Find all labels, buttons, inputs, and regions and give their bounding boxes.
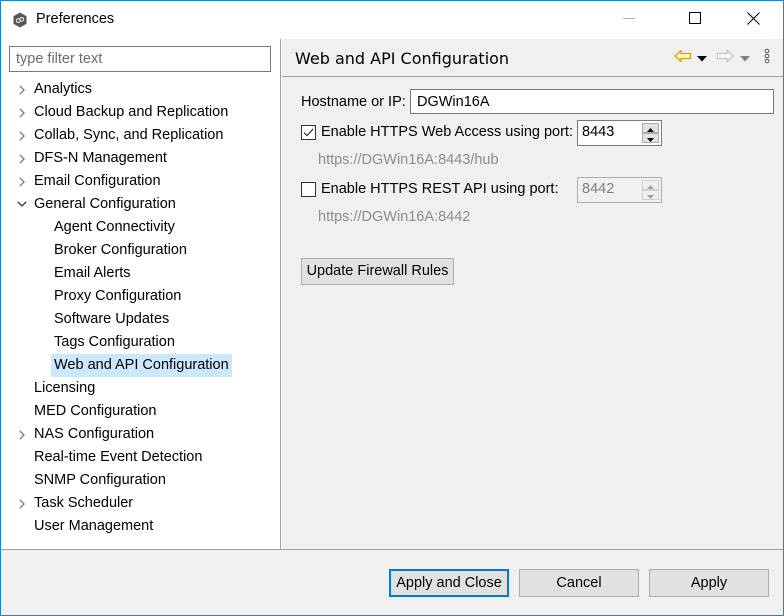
tree-item-label: Broker Configuration — [54, 242, 187, 258]
https-rest-port-spinner: 8442 — [577, 177, 662, 203]
tree-item[interactable]: General Configuration — [1, 193, 280, 216]
chevron-down-icon[interactable] — [15, 193, 29, 216]
tree-item-label: Email Alerts — [54, 265, 131, 281]
checkmark-icon — [303, 125, 314, 141]
forward-button[interactable] — [716, 49, 734, 67]
tree-item[interactable]: Software Updates — [1, 308, 280, 331]
tree-item[interactable]: Tags Configuration — [1, 331, 280, 354]
tree-item-label: Analytics — [34, 81, 93, 97]
tree-item[interactable]: DFS-N Management — [1, 147, 280, 170]
https-web-url: https://DGWin16A:8443/hub — [318, 152, 499, 168]
chevron-right-icon[interactable] — [15, 170, 29, 193]
tree-item[interactable]: Collab, Sync, and Replication — [1, 124, 280, 147]
more-vertical-icon — [764, 48, 770, 68]
tree-item-label: MED Configuration — [34, 403, 157, 419]
tree-item[interactable]: NAS Configuration — [1, 423, 280, 446]
window-title: Preferences — [36, 11, 115, 27]
tree-item-label: Cloud Backup and Replication — [34, 104, 229, 120]
preference-page: Web and API Configuration Hostname or IP… — [282, 39, 783, 549]
cancel-button[interactable]: Cancel — [519, 569, 639, 597]
https-rest-label: Enable HTTPS REST API using port: — [321, 181, 559, 197]
tree-item[interactable]: Analytics — [1, 78, 280, 101]
chevron-right-icon[interactable] — [15, 78, 29, 101]
spin-down-icon — [647, 187, 654, 203]
chevron-right-icon[interactable] — [15, 101, 29, 124]
https-rest-checkbox[interactable] — [301, 182, 316, 197]
chevron-right-icon[interactable] — [15, 492, 29, 515]
https-rest-port-value: 8442 — [582, 181, 615, 197]
chevron-right-icon[interactable] — [15, 147, 29, 170]
tree-item[interactable]: Broker Configuration — [1, 239, 280, 262]
title-bar: Preferences — [1, 1, 783, 39]
tree-item[interactable]: Web and API Configuration — [1, 354, 280, 377]
back-button[interactable] — [674, 49, 692, 67]
spin-down-icon — [647, 130, 654, 146]
page-header: Web and API Configuration — [282, 39, 783, 77]
tree-item[interactable]: Task Scheduler — [1, 492, 280, 515]
close-icon — [746, 11, 760, 29]
preferences-window: Preferences Analytics Cloud Backup and Re… — [0, 0, 784, 616]
port-decrement-button[interactable] — [642, 133, 659, 143]
tree-item-label: Email Configuration — [34, 173, 161, 189]
tree-item-label: Agent Connectivity — [54, 219, 175, 235]
tree-item[interactable]: Licensing — [1, 377, 280, 400]
https-web-checkbox[interactable] — [301, 125, 316, 140]
tree-item[interactable]: Email Configuration — [1, 170, 280, 193]
port-decrement-button — [642, 190, 659, 200]
tree-item-label: User Management — [34, 518, 154, 534]
forward-arrow-icon — [716, 49, 734, 67]
apply-and-close-button[interactable]: Apply and Close — [389, 569, 509, 597]
tree-item-label: Tags Configuration — [54, 334, 175, 350]
tree-item-label: Collab, Sync, and Replication — [34, 127, 224, 143]
dropdown-arrow-icon — [697, 50, 707, 66]
preferences-tree: Analytics Cloud Backup and Replication Col… — [1, 78, 280, 538]
maximize-icon — [689, 12, 701, 28]
back-arrow-icon — [674, 49, 692, 67]
filter-input[interactable] — [9, 46, 271, 72]
https-web-port-value[interactable]: 8443 — [582, 124, 614, 140]
view-menu-button[interactable] — [762, 48, 772, 68]
tree-item[interactable]: Proxy Configuration — [1, 285, 280, 308]
https-web-label: Enable HTTPS Web Access using port: — [321, 124, 573, 140]
tree-item-label: Proxy Configuration — [54, 288, 182, 304]
update-firewall-rules-button[interactable]: Update Firewall Rules — [301, 258, 454, 285]
tree-item-label: Licensing — [34, 380, 96, 396]
page-title: Web and API Configuration — [295, 49, 510, 68]
hostname-input[interactable] — [410, 89, 774, 114]
dialog-button-bar: Apply and Close Cancel Apply — [1, 549, 783, 615]
minimize-icon — [623, 12, 635, 28]
tree-item-label: Software Updates — [54, 311, 170, 327]
close-button[interactable] — [730, 1, 776, 39]
tree-item-label: Task Scheduler — [34, 495, 134, 511]
chevron-right-icon[interactable] — [15, 423, 29, 446]
dropdown-arrow-icon — [740, 50, 750, 66]
tree-item[interactable]: SNMP Configuration — [1, 469, 280, 492]
app-logo-icon — [12, 12, 28, 28]
tree-item-label: Real-time Event Detection — [34, 449, 203, 465]
tree-item-label: Web and API Configuration — [51, 354, 232, 377]
tree-item[interactable]: Real-time Event Detection — [1, 446, 280, 469]
tree-item[interactable]: User Management — [1, 515, 280, 538]
apply-button[interactable]: Apply — [649, 569, 769, 597]
forward-history-dropdown[interactable] — [739, 49, 751, 67]
hostname-label: Hostname or IP: — [301, 94, 406, 110]
https-web-port-spinner[interactable]: 8443 — [577, 120, 662, 146]
tree-item[interactable]: MED Configuration — [1, 400, 280, 423]
minimize-button[interactable] — [606, 1, 652, 39]
preferences-tree-pane: Analytics Cloud Backup and Replication Col… — [1, 39, 281, 549]
maximize-button[interactable] — [672, 1, 718, 39]
tree-item-label: General Configuration — [34, 196, 176, 212]
tree-item[interactable]: Email Alerts — [1, 262, 280, 285]
https-rest-url: https://DGWin16A:8442 — [318, 209, 471, 225]
tree-item[interactable]: Cloud Backup and Replication — [1, 101, 280, 124]
tree-item[interactable]: Agent Connectivity — [1, 216, 280, 239]
tree-item-label: NAS Configuration — [34, 426, 155, 442]
chevron-right-icon[interactable] — [15, 124, 29, 147]
tree-item-label: DFS-N Management — [34, 150, 167, 166]
back-history-dropdown[interactable] — [696, 49, 708, 67]
tree-item-label: SNMP Configuration — [34, 472, 166, 488]
